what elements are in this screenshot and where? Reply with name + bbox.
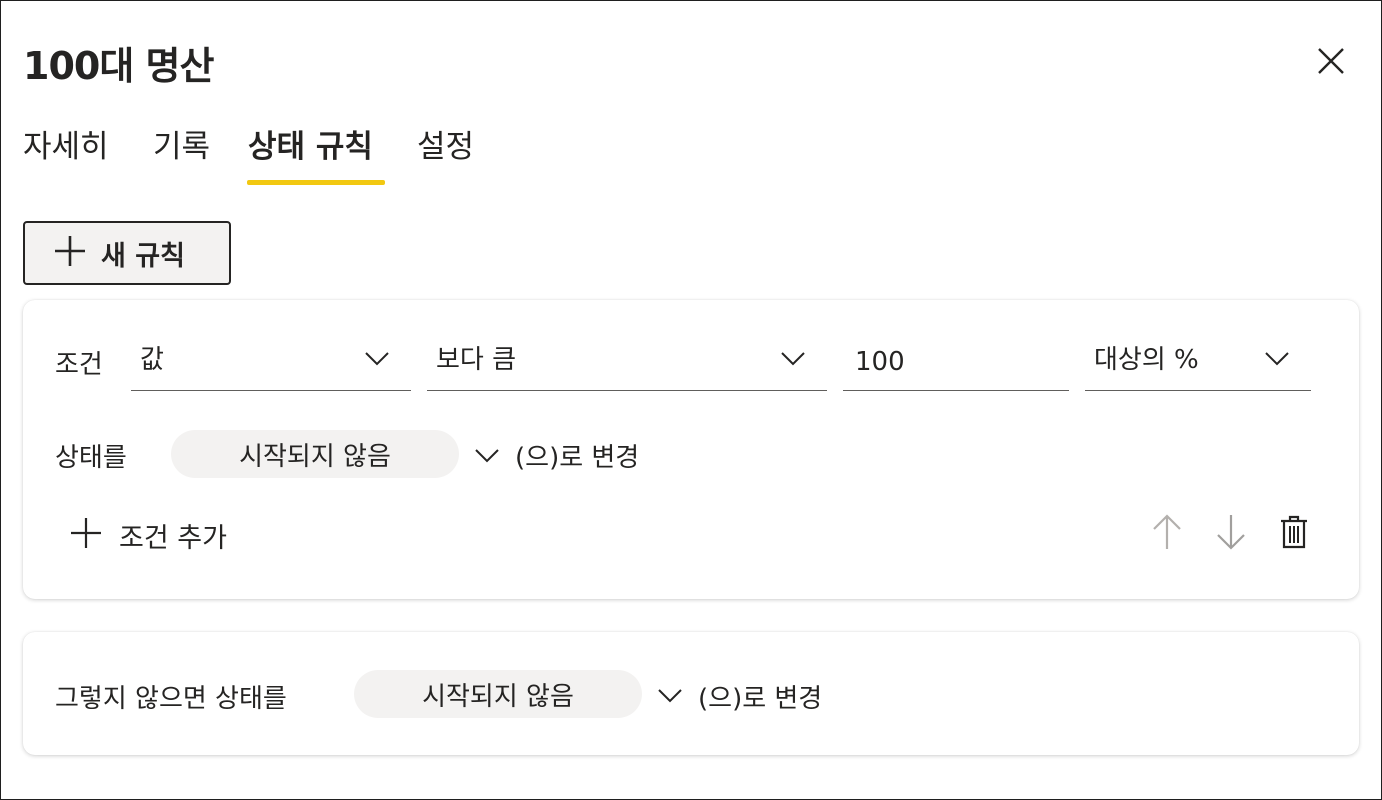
condition-label: 조건: [55, 350, 103, 380]
chevron-down-icon: [365, 351, 389, 370]
unit-dropdown[interactable]: 대상의 %: [1085, 329, 1311, 391]
tab-status-rules[interactable]: 상태 규칙: [248, 121, 373, 185]
arrow-up-icon: [1151, 513, 1183, 555]
move-down-button[interactable]: [1211, 512, 1251, 556]
new-rule-button[interactable]: 새 규칙: [23, 221, 231, 285]
active-tab-indicator: [247, 180, 385, 185]
chevron-down-icon: [1265, 351, 1289, 370]
chevron-down-icon[interactable]: [658, 688, 682, 707]
field-dropdown[interactable]: 값: [131, 329, 411, 391]
plus-icon: [53, 234, 87, 272]
operator-dropdown[interactable]: 보다 큼: [427, 329, 827, 391]
plus-icon: [69, 516, 103, 554]
status-select[interactable]: 시작되지 않음: [171, 430, 459, 478]
tab-details[interactable]: 자세히: [23, 121, 109, 185]
status-rules-panel: 100대 명산 자세히 기록 상태 규칙 설정 새 규칙 조건 값 보다 큼 1…: [0, 0, 1382, 800]
trash-icon: [1280, 514, 1308, 554]
rule-card: 조건 값 보다 큼 대상의 % 상태를 시작되지 않음 (으: [23, 300, 1359, 599]
chevron-down-icon[interactable]: [475, 448, 499, 467]
unit-dropdown-value: 대상의 %: [1094, 345, 1199, 375]
tab-history[interactable]: 기록: [153, 121, 210, 185]
add-condition-button[interactable]: 조건 추가: [69, 516, 227, 554]
otherwise-prefix-label: 그렇지 않으면 상태를: [55, 684, 287, 714]
new-rule-label: 새 규칙: [101, 240, 185, 272]
operator-dropdown-value: 보다 큼: [436, 345, 517, 375]
otherwise-suffix-label: (으)로 변경: [698, 684, 823, 714]
otherwise-status-value: 시작되지 않음: [422, 681, 574, 712]
field-dropdown-value: 값: [140, 345, 164, 375]
delete-button[interactable]: [1274, 512, 1314, 556]
arrow-down-icon: [1215, 513, 1247, 555]
move-up-button[interactable]: [1147, 512, 1187, 556]
otherwise-card: 그렇지 않으면 상태를 시작되지 않음 (으)로 변경: [23, 632, 1359, 755]
close-button[interactable]: [1311, 43, 1351, 83]
otherwise-status-select[interactable]: 시작되지 않음: [354, 670, 642, 718]
status-select-value: 시작되지 않음: [239, 441, 391, 472]
status-prefix-label: 상태를: [55, 443, 127, 473]
close-icon: [1317, 47, 1345, 79]
chevron-down-icon: [781, 351, 805, 370]
status-suffix-label: (으)로 변경: [515, 443, 640, 473]
page-title: 100대 명산: [23, 44, 214, 88]
add-condition-label: 조건 추가: [119, 522, 227, 554]
threshold-input[interactable]: [843, 329, 1069, 391]
tab-settings[interactable]: 설정: [417, 121, 474, 185]
